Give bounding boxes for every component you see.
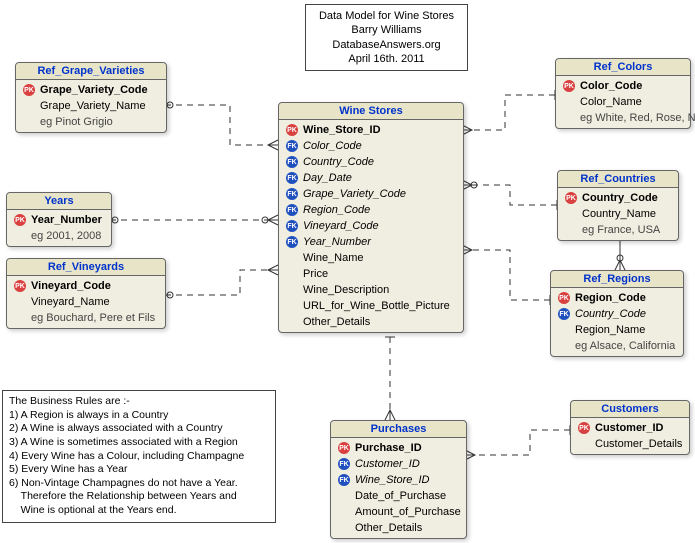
example: eg White, Red, Rose, N/A <box>580 112 695 124</box>
diagram-title: Data Model for Wine Stores Barry William… <box>305 4 468 71</box>
fk-icon: FK <box>285 187 299 201</box>
attr: Date_of_Purchase <box>355 490 446 502</box>
entity-colors: Ref_Colors PKColor_Code Color_Name eg Wh… <box>555 58 691 129</box>
pk-icon: PK <box>13 213 27 227</box>
pk-icon: PK <box>13 279 27 293</box>
example: eg 2001, 2008 <box>31 230 101 242</box>
rule-line: 2) A Wine is always associated with a Co… <box>9 422 269 436</box>
attr: Vineyard_Code <box>303 220 379 232</box>
attr: URL_for_Wine_Bottle_Picture <box>303 300 450 312</box>
attr: Price <box>303 268 328 280</box>
entity-countries: Ref_Countries PK Country_Code Country_Nam… <box>557 170 679 241</box>
pk-icon: PK <box>285 123 299 137</box>
fk-icon: FK <box>337 473 351 487</box>
pk-icon: PK <box>22 83 36 97</box>
rule-line: 4) Every Wine has a Colour, including Ch… <box>9 450 269 464</box>
attr: Wine_Store_ID <box>303 124 381 136</box>
attr: Other_Details <box>355 522 422 534</box>
attr: Day_Date <box>303 172 352 184</box>
attr: Other_Details <box>303 316 370 328</box>
attr: Grape_Variety_Code <box>303 188 406 200</box>
fk-icon: FK <box>285 171 299 185</box>
fk-icon: FK <box>337 457 351 471</box>
entity-wine-stores: Wine Stores PK Wine_Store_ID FK Color_Code… <box>278 102 464 333</box>
attr: Region_Name <box>575 324 645 336</box>
entity-title: Ref_Regions <box>551 271 683 288</box>
title-line: April 16th. 2011 <box>314 52 459 66</box>
title-line: Barry Williams <box>314 23 459 37</box>
attr: Country_Code <box>303 156 374 168</box>
attr: Vineyard_Name <box>31 296 110 308</box>
rule-line: Therefore the Relationship between Years… <box>9 490 269 504</box>
entity-title: Ref_Countries <box>558 171 678 188</box>
attr: Customer_ID <box>595 422 663 434</box>
business-rules: The Business Rules are :- 1) A Region is… <box>2 390 276 523</box>
attr: Country_Code <box>575 308 646 320</box>
entity-regions: Ref_Regions PK Region_Code FK Country_Code… <box>550 270 684 357</box>
attr: Customer_Details <box>595 438 682 450</box>
entity-vineyards: Ref_Vineyards PK Vineyard_Code Vineyard_N… <box>6 258 166 329</box>
attr: Wine_Name <box>303 252 364 264</box>
rule-line: 1) A Region is always in a Country <box>9 409 269 423</box>
fk-icon: FK <box>285 155 299 169</box>
attr: Region_Code <box>575 292 646 304</box>
fk-icon: FK <box>285 219 299 233</box>
rule-line: 6) Non-Vintage Champagnes do not have a … <box>9 477 269 491</box>
attr: Country_Name <box>582 208 656 220</box>
entity-title: Ref_Grape_Varieties <box>16 63 166 80</box>
example: eg France, USA <box>582 224 660 236</box>
entity-title: Years <box>7 193 111 210</box>
attr: Grape_Variety_Code <box>40 84 148 96</box>
entity-grape-varieties: Ref_Grape_Varieties PK Grape_Variety_Code… <box>15 62 167 133</box>
attr: Customer_ID <box>355 458 420 470</box>
entity-title: Wine Stores <box>279 103 463 120</box>
pk-icon: PK <box>337 441 351 455</box>
rule-line: 3) A Wine is sometimes associated with a… <box>9 436 269 450</box>
example: eg Alsace, California <box>575 340 675 352</box>
fk-icon: FK <box>557 307 571 321</box>
rules-heading: The Business Rules are :- <box>9 395 269 409</box>
rule-line: Wine is optional at the Years end. <box>9 504 269 518</box>
fk-icon: FK <box>285 235 299 249</box>
pk-icon: PK <box>562 79 576 93</box>
example: eg Bouchard, Pere et Fils <box>31 312 155 324</box>
entity-title: Ref_Colors <box>556 59 690 76</box>
entity-title: Purchases <box>331 421 466 438</box>
attr: Purchase_ID <box>355 442 422 454</box>
fk-icon: FK <box>285 139 299 153</box>
attr: Year_Number <box>303 236 371 248</box>
attr: Amount_of_Purchase <box>355 506 461 518</box>
attr: Color_Name <box>580 96 642 108</box>
example: eg Pinot Grigio <box>40 116 113 128</box>
title-line: DatabaseAnswers.org <box>314 38 459 52</box>
attr: Region_Code <box>303 204 370 216</box>
attr: Color_Code <box>580 80 642 92</box>
entity-purchases: Purchases PK Purchase_ID FK Customer_ID FK… <box>330 420 467 539</box>
entity-title: Ref_Vineyards <box>7 259 165 276</box>
rule-line: 5) Every Wine has a Year <box>9 463 269 477</box>
entity-title: Customers <box>571 401 689 418</box>
entity-customers: Customers PK Customer_ID Customer_Details <box>570 400 690 455</box>
pk-icon: PK <box>564 191 578 205</box>
attr: Color_Code <box>303 140 362 152</box>
title-line: Data Model for Wine Stores <box>314 9 459 23</box>
attr: Wine_Store_ID <box>355 474 430 486</box>
attr: Vineyard_Code <box>31 280 111 292</box>
pk-icon: PK <box>577 421 591 435</box>
pk-icon: PK <box>557 291 571 305</box>
entity-years: Years PK Year_Number eg 2001, 2008 <box>6 192 112 247</box>
attr: Country_Code <box>582 192 658 204</box>
attr: Wine_Description <box>303 284 389 296</box>
attr: Year_Number <box>31 214 102 226</box>
attr: Grape_Variety_Name <box>40 100 146 112</box>
fk-icon: FK <box>285 203 299 217</box>
